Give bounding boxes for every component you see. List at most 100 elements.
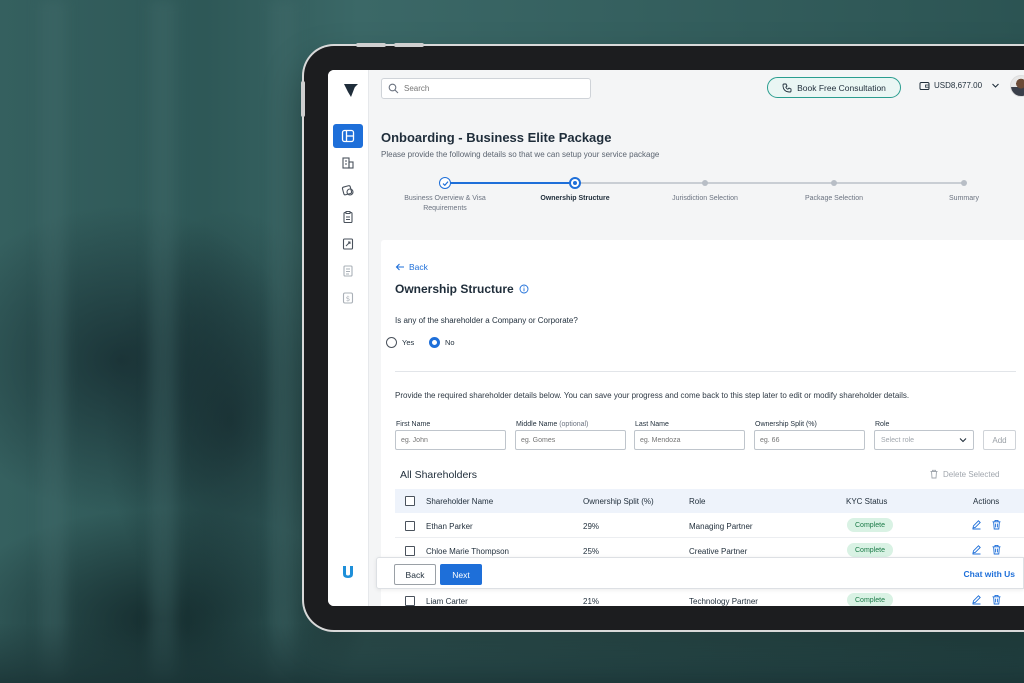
app-logo-icon[interactable] xyxy=(336,80,360,100)
corporate-question: Is any of the shareholder a Company or C… xyxy=(395,316,578,325)
last-name-input[interactable] xyxy=(634,430,745,450)
add-shareholder-button[interactable]: Add xyxy=(983,430,1016,450)
info-icon[interactable] xyxy=(519,284,529,294)
last-name-label: Last Name xyxy=(635,421,669,428)
nav-dashboard-icon[interactable] xyxy=(333,124,363,148)
book-consultation-button[interactable]: Book Free Consultation xyxy=(767,77,901,98)
step-4-dot xyxy=(831,180,837,186)
ownership-split-input[interactable] xyxy=(754,430,865,450)
row-checkbox[interactable] xyxy=(405,546,415,556)
svg-text:$: $ xyxy=(346,295,350,303)
radio-no[interactable]: No xyxy=(429,337,455,348)
shareholder-role: Technology Partner xyxy=(689,597,758,606)
col-actions: Actions xyxy=(973,497,1000,506)
back-button[interactable]: Back xyxy=(394,564,436,585)
step-label-business-overview[interactable]: Business Overview & Visa Requirements xyxy=(395,194,495,214)
arrow-left-icon xyxy=(395,263,404,271)
consult-label: Book Free Consultation xyxy=(797,82,886,93)
ownership-split: 25% xyxy=(583,547,600,556)
ownership-split: 29% xyxy=(583,522,600,531)
kyc-status-badge: Complete xyxy=(847,543,893,557)
bottom-action-bar: Back Next Chat with Us xyxy=(376,557,1024,589)
edit-icon[interactable] xyxy=(971,594,982,605)
search-box[interactable] xyxy=(381,78,591,99)
table-header: Shareholder Name Ownership Split (%) Rol… xyxy=(395,489,1024,513)
table-row: Ethan Parker 29% Managing Partner Comple… xyxy=(395,513,1024,538)
shareholders-title: All Shareholders xyxy=(400,469,478,481)
chat-with-us-link[interactable]: Chat with Us xyxy=(964,569,1015,579)
nav-clipboard-icon[interactable] xyxy=(333,205,363,229)
role-select[interactable]: Select role xyxy=(874,430,974,450)
first-name-input[interactable] xyxy=(395,430,506,450)
role-select-placeholder: Select role xyxy=(881,436,915,444)
step-2-dot[interactable] xyxy=(569,177,581,189)
radio-yes-label: Yes xyxy=(402,338,415,347)
wallet-balance-dropdown[interactable]: USD8,677.00 xyxy=(919,80,1001,91)
row-checkbox[interactable] xyxy=(405,521,415,531)
ownership-split-label: Ownership Split (%) xyxy=(755,421,817,428)
table-row: Liam Carter 21% Technology Partner Compl… xyxy=(395,588,1024,606)
top-bar: Book Free Consultation USD8,677.00 xyxy=(369,70,1024,106)
page-subtitle: Please provide the following details so … xyxy=(381,150,660,159)
trash-icon xyxy=(930,469,938,479)
app-screen: $ Book Free Consultation USD8,677.00 xyxy=(328,70,1024,606)
shareholder-role: Managing Partner xyxy=(689,522,753,531)
first-name-label: First Name xyxy=(396,421,431,428)
middle-name-input[interactable] xyxy=(515,430,626,450)
step-label-package: Package Selection xyxy=(805,195,863,202)
delete-icon[interactable] xyxy=(991,544,1002,555)
middle-name-label-text: Middle Name xyxy=(516,421,558,428)
search-icon xyxy=(388,83,399,94)
radio-yes[interactable]: Yes xyxy=(386,337,414,348)
nav-billing-icon[interactable]: $ xyxy=(333,286,363,310)
edit-icon[interactable] xyxy=(971,544,982,555)
step-5-dot xyxy=(961,180,967,186)
nav-services-icon[interactable] xyxy=(333,178,363,202)
role-label: Role xyxy=(875,421,890,428)
col-kyc-status: KYC Status xyxy=(846,497,888,506)
delete-selected-label: Delete Selected xyxy=(943,469,1000,479)
back-link[interactable]: Back xyxy=(395,262,428,272)
delete-selected-button[interactable]: Delete Selected xyxy=(929,469,999,479)
middle-name-label: Middle Name (optional) xyxy=(516,421,588,428)
step-label-ownership[interactable]: Ownership Structure xyxy=(525,194,625,204)
radio-no-circle[interactable] xyxy=(429,337,440,348)
col-role: Role xyxy=(689,497,706,506)
nav-reports-icon[interactable] xyxy=(333,259,363,283)
chevron-down-icon xyxy=(992,83,999,88)
shareholder-name: Chloe Marie Thompson xyxy=(426,547,510,556)
kyc-status-badge: Complete xyxy=(847,518,893,532)
user-avatar[interactable] xyxy=(1010,75,1024,97)
col-shareholder-name: Shareholder Name xyxy=(426,497,494,506)
radio-yes-circle[interactable] xyxy=(386,337,397,348)
ownership-split: 21% xyxy=(583,597,600,606)
select-all-checkbox[interactable] xyxy=(405,496,415,506)
step-3-dot xyxy=(702,180,708,186)
delete-icon[interactable] xyxy=(991,594,1002,605)
instruction-text: Provide the required shareholder details… xyxy=(395,391,910,400)
step-label-summary: Summary xyxy=(949,195,979,202)
brand-logo-icon xyxy=(343,566,353,578)
wallet-icon xyxy=(919,82,930,90)
progress-stepper: Business Overview & Visa Requirements Ow… xyxy=(369,170,1024,220)
edit-icon[interactable] xyxy=(971,519,982,530)
divider xyxy=(395,371,1016,372)
col-ownership-split: Ownership Split (%) xyxy=(583,497,654,506)
step-1-check-icon[interactable] xyxy=(439,177,451,189)
step-label-jurisdiction: Jurisdiction Selection xyxy=(672,195,738,202)
kyc-status-badge: Complete xyxy=(847,593,893,606)
search-input[interactable] xyxy=(404,84,584,93)
next-button[interactable]: Next xyxy=(440,564,482,585)
delete-icon[interactable] xyxy=(991,519,1002,530)
section-title: Ownership Structure xyxy=(395,282,529,296)
radio-no-label: No xyxy=(445,338,455,347)
shareholder-name: Ethan Parker xyxy=(426,522,473,531)
page-title: Onboarding - Business Elite Package xyxy=(381,130,612,145)
row-checkbox[interactable] xyxy=(405,596,415,606)
nav-documents-icon[interactable] xyxy=(333,232,363,256)
section-title-text: Ownership Structure xyxy=(395,282,514,296)
back-link-label: Back xyxy=(409,262,428,272)
optional-tag: (optional) xyxy=(559,421,589,428)
nav-building-icon[interactable] xyxy=(333,151,363,175)
sidebar: $ xyxy=(328,70,369,606)
